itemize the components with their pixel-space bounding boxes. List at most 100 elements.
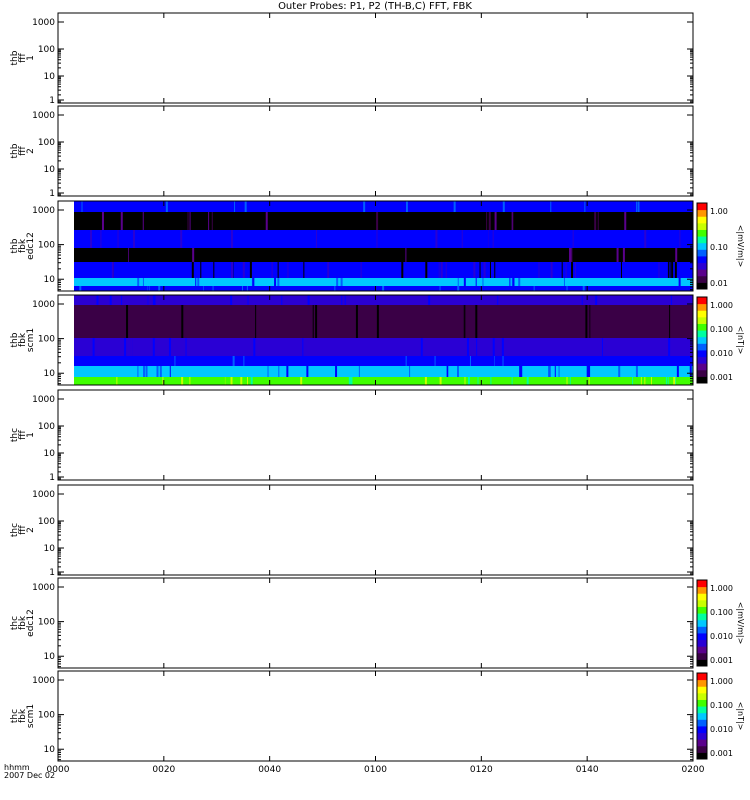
colorbar-swatch bbox=[697, 626, 707, 634]
spectral-streak bbox=[305, 248, 308, 262]
spectral-streak bbox=[153, 295, 156, 305]
spectral-streak bbox=[454, 286, 456, 291]
spectral-streak bbox=[584, 295, 587, 305]
spectral-streak bbox=[211, 212, 213, 230]
y-label-line: 2 bbox=[26, 148, 36, 154]
spectral-streak bbox=[231, 278, 234, 286]
spectral-streak bbox=[79, 286, 82, 291]
colorbar-swatch bbox=[697, 269, 707, 277]
spectral-streak bbox=[240, 377, 243, 385]
spectral-streak bbox=[247, 377, 249, 385]
colorbar-tick-label: 0.001 bbox=[710, 373, 733, 382]
spectral-streak bbox=[574, 262, 576, 278]
x-tick-label: 0020 bbox=[152, 765, 175, 775]
spectral-streak bbox=[635, 201, 637, 212]
spectral-streak bbox=[676, 366, 679, 377]
spectral-streak bbox=[343, 278, 346, 286]
spectral-streak bbox=[601, 338, 603, 356]
spectral-streak bbox=[237, 356, 239, 366]
spectral-streak bbox=[147, 286, 149, 291]
spectral-streak bbox=[442, 248, 444, 262]
spectral-streak bbox=[111, 262, 114, 278]
spectral-streak bbox=[171, 230, 173, 248]
spectral-streak bbox=[425, 305, 427, 338]
spectral-streak bbox=[469, 356, 471, 366]
colorbar-swatch bbox=[697, 303, 707, 311]
spectral-streak bbox=[511, 212, 513, 230]
spectral-streak bbox=[374, 366, 376, 377]
spectral-streak bbox=[208, 212, 210, 230]
spectral-streak bbox=[566, 377, 568, 385]
spectral-streak bbox=[537, 356, 540, 366]
spectral-streak bbox=[488, 230, 491, 248]
spectral-streak bbox=[84, 356, 86, 366]
spectral-streak bbox=[594, 212, 597, 230]
spectral-streak bbox=[588, 377, 590, 385]
colorbar-swatch bbox=[697, 732, 707, 740]
spectral-streak bbox=[369, 201, 371, 212]
colorbar-swatch bbox=[697, 310, 707, 318]
spectral-streak bbox=[124, 338, 127, 356]
spectral-streak bbox=[641, 356, 644, 366]
spectral-streak bbox=[674, 262, 677, 278]
spectral-streak bbox=[675, 295, 678, 305]
colorbar-tick-label: 0.100 bbox=[710, 325, 733, 334]
spectral-streak bbox=[569, 356, 571, 366]
spectral-streak bbox=[411, 201, 413, 212]
colorbar-tick-label: 1.000 bbox=[710, 584, 733, 593]
spectral-streak bbox=[512, 278, 515, 286]
spectral-streak bbox=[555, 295, 557, 305]
panel-frame bbox=[57, 670, 694, 762]
spectral-streak bbox=[461, 305, 464, 338]
spectral-streak bbox=[523, 295, 525, 305]
spectral-streak bbox=[507, 305, 509, 338]
spectral-streak bbox=[263, 286, 266, 291]
spectral-streak bbox=[554, 366, 556, 377]
colorbar-swatch bbox=[697, 216, 707, 224]
spectral-streak bbox=[355, 377, 358, 385]
y-label-line: edc12 bbox=[26, 232, 36, 260]
panel-thb-fbk-edc12: 1000 100 10 thbfbkedc12 1.00 0.10 0.01 <|mV/m|> bbox=[10, 200, 745, 292]
spectral-streak bbox=[585, 305, 588, 338]
colorbar-tick-label: 0.001 bbox=[710, 656, 733, 665]
spectral-streak bbox=[242, 262, 245, 278]
colorbar-swatch bbox=[697, 343, 707, 351]
spectral-streak bbox=[376, 212, 379, 230]
spectral-streak bbox=[241, 356, 244, 366]
y-tick-label: 10 bbox=[44, 652, 56, 662]
spectral-streak bbox=[120, 212, 123, 230]
spectral-streak bbox=[506, 278, 509, 286]
spectral-streak bbox=[424, 377, 427, 385]
spectral-streak bbox=[548, 366, 550, 377]
colorbar-swatch bbox=[697, 376, 707, 384]
spectral-streak bbox=[584, 201, 586, 212]
spectral-streak bbox=[126, 305, 129, 338]
colorbar-swatch bbox=[697, 363, 707, 371]
colorbar-tick-label: 1.00 bbox=[710, 207, 728, 216]
spectral-streak bbox=[620, 230, 623, 248]
colorbar-swatch bbox=[697, 639, 707, 647]
spectral-streak bbox=[494, 201, 496, 212]
spectral-streak bbox=[431, 248, 433, 262]
spectral-streak bbox=[534, 338, 536, 356]
spectral-streak bbox=[507, 230, 509, 248]
spectral-streak bbox=[490, 377, 492, 385]
spectral-streak bbox=[658, 262, 660, 278]
spectral-streak bbox=[425, 262, 428, 278]
y-tick-label: 1000 bbox=[32, 395, 55, 405]
spectral-streak bbox=[594, 305, 597, 338]
spectral-streak bbox=[566, 212, 569, 230]
spectral-streak bbox=[249, 338, 252, 356]
spectral-streak bbox=[648, 230, 650, 248]
spectral-streak bbox=[184, 305, 186, 338]
colorbar-swatch bbox=[697, 222, 707, 230]
spectral-streak bbox=[653, 295, 656, 305]
colorbar-tick-label: 1.000 bbox=[710, 301, 733, 310]
spectral-streak bbox=[391, 356, 393, 366]
y-tick-label: 100 bbox=[38, 618, 55, 628]
spectral-streak bbox=[382, 286, 385, 291]
spectral-streak bbox=[569, 248, 572, 262]
spectral-streak bbox=[182, 338, 184, 356]
spectral-streak bbox=[335, 201, 337, 212]
y-tick-label: 1000 bbox=[32, 583, 55, 593]
